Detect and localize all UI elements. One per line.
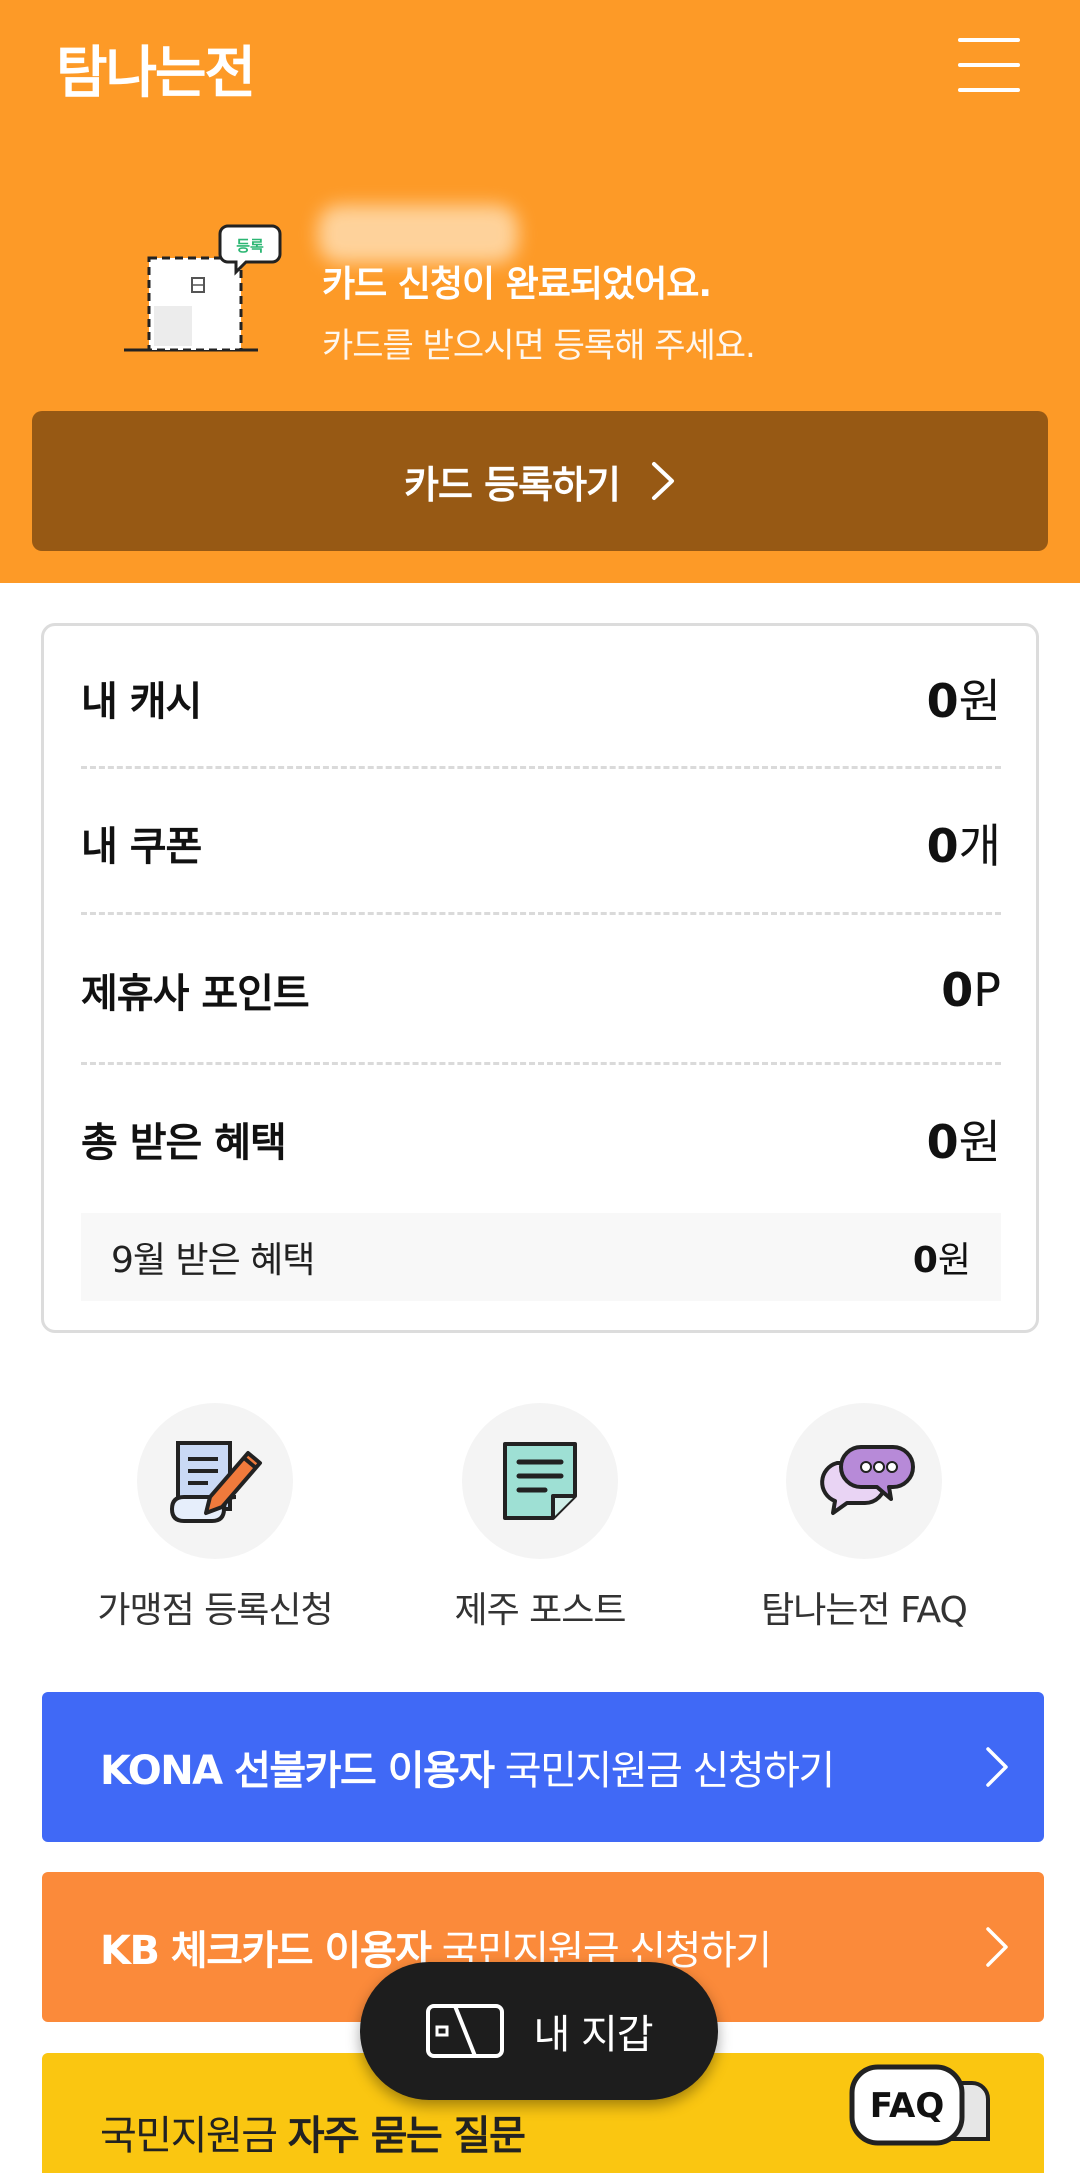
monthly-benefit-value: 0원	[912, 1240, 971, 1281]
chat-bubbles-icon	[786, 1403, 942, 1559]
monthly-benefit-label: 9월 받은 혜택	[111, 1240, 315, 1281]
merchant-register-label: 가맹점 등록신청	[97, 1590, 333, 1631]
faq-badge-icon: FAQ	[849, 2064, 990, 2146]
illustration-tag: 등록	[236, 237, 264, 255]
jeju-post-label: 제주 포스트	[454, 1590, 626, 1631]
note-icon	[462, 1403, 618, 1559]
chevron-right-icon	[652, 462, 674, 500]
my-cash-row[interactable]: 내 캐시 0원	[81, 664, 1001, 732]
card-register-illustration: 등록	[124, 224, 282, 352]
divider	[81, 1062, 1001, 1065]
my-coupon-label: 내 쿠폰	[81, 824, 202, 870]
my-coupon-value: 0개	[926, 819, 1001, 873]
card-status-message: 카드 신청이 완료되었어요.	[322, 264, 712, 305]
jeju-post-shortcut[interactable]: 제주 포스트	[380, 1403, 700, 1643]
chevron-right-icon	[986, 1927, 1008, 1967]
my-wallet-label: 내 지갑	[533, 2012, 653, 2058]
total-benefit-label: 총 받은 혜택	[81, 1120, 287, 1166]
wallet-summary-card: 내 캐시 0원 내 쿠폰 0개 제휴사 포인트 0P 총 받은 혜택 0원 9월…	[41, 623, 1039, 1333]
partner-point-value: 0P	[941, 963, 1001, 1017]
divider	[81, 766, 1001, 769]
kona-card-support-banner[interactable]: KONA 선불카드 이용자 국민지원금 신청하기	[42, 1692, 1044, 1842]
wallet-card-icon	[426, 2004, 505, 2058]
my-cash-label: 내 캐시	[81, 679, 202, 725]
register-card-label: 카드 등록하기	[404, 462, 621, 507]
partner-point-label: 제휴사 포인트	[81, 971, 310, 1017]
faq-banner-text: 국민지원금 자주 묻는 질문	[100, 2113, 526, 2159]
faq-shortcut[interactable]: 탐나는전 FAQ	[704, 1403, 1024, 1643]
chevron-right-icon	[986, 1747, 1008, 1787]
merchant-register-shortcut[interactable]: 가맹점 등록신청	[55, 1403, 375, 1643]
document-pencil-icon	[137, 1403, 293, 1559]
brand-logo[interactable]: 탐나는전	[56, 28, 256, 109]
hero-section: 탐나는전 등록 카드 신청이 완료되었어요. 카드를 받으시면 등록해 주세요.…	[0, 0, 1080, 583]
my-coupon-row[interactable]: 내 쿠폰 0개	[81, 809, 1001, 877]
partner-point-row[interactable]: 제휴사 포인트 0P	[81, 956, 1001, 1024]
card-status-submessage: 카드를 받으시면 등록해 주세요.	[322, 326, 756, 366]
my-wallet-button[interactable]: 내 지갑	[360, 1962, 718, 2100]
monthly-benefit-box: 9월 받은 혜택 0원	[81, 1213, 1001, 1301]
faq-label: 탐나는전 FAQ	[761, 1590, 968, 1631]
total-benefit-row[interactable]: 총 받은 혜택 0원	[81, 1105, 1001, 1173]
divider	[81, 912, 1001, 915]
register-card-button[interactable]: 카드 등록하기	[32, 411, 1048, 551]
hamburger-menu-icon[interactable]	[958, 38, 1020, 92]
my-cash-value: 0원	[926, 674, 1001, 728]
svg-text:FAQ: FAQ	[870, 2086, 945, 2126]
total-benefit-value: 0원	[926, 1115, 1001, 1169]
kona-banner-text: KONA 선불카드 이용자 국민지원금 신청하기	[100, 1748, 835, 1794]
